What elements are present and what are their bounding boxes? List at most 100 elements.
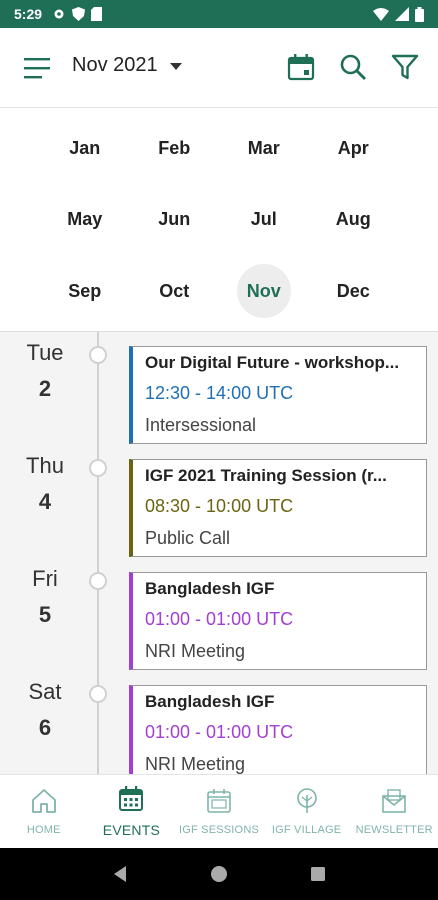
event-time: 01:00 - 01:00 UTC [145, 609, 294, 629]
month-selector-label: Nov 2021 [72, 54, 158, 76]
event-time: 12:30 - 14:00 UTC [145, 383, 294, 403]
event-day-name: Sat [28, 679, 62, 704]
status-time: 5:29 [14, 6, 43, 22]
event-title: Our Digital Future - workshop... [145, 353, 400, 372]
event-row: Fri 5 Bangladesh IGF 01:00 - 01:00 UTC NRI M… [0, 564, 438, 670]
event-day-number: 4 [38, 489, 52, 514]
nav-newsletter[interactable]: NEWSLETTER [350, 775, 438, 848]
month-jul[interactable]: Jul [219, 184, 309, 255]
month-label: Feb [158, 138, 191, 159]
month-jun[interactable]: Jun [130, 184, 220, 255]
nav-events[interactable]: EVENTS [88, 775, 176, 848]
recents-icon[interactable] [309, 865, 327, 883]
month-label: Jun [158, 209, 191, 230]
month-label: Sep [68, 280, 102, 301]
event-day: Sat 6 [0, 677, 90, 741]
event-day: Tue 2 [0, 338, 90, 402]
event-row: Thu 4 IGF 2021 Training Session (r... 08:30… [0, 451, 438, 557]
nav-label: IGF VILLAGE [271, 824, 342, 836]
menu-button[interactable] [24, 56, 52, 80]
event-day-name: Fri [32, 566, 58, 591]
home-circle-icon[interactable] [210, 865, 228, 883]
month-feb[interactable]: Feb [130, 113, 220, 184]
month-label: Jul [250, 209, 277, 230]
battery-icon [415, 6, 424, 22]
app-bar: Nov 2021 [0, 28, 438, 108]
calendar-icon [287, 54, 315, 81]
calendar-button[interactable] [286, 52, 316, 82]
status-system-icons [373, 6, 424, 22]
igf-sessions-icon [205, 787, 233, 820]
nav-label: EVENTS [102, 822, 160, 838]
event-title: Bangladesh IGF [145, 692, 275, 711]
event-day-number: 2 [38, 376, 52, 401]
month-jan[interactable]: Jan [40, 113, 130, 184]
event-day-number: 6 [38, 715, 52, 740]
month-dec[interactable]: Dec [309, 256, 399, 327]
shield-icon [72, 7, 86, 21]
nav-igf-village[interactable]: IGF VILLAGE [263, 775, 351, 848]
status-bar: 5:29 [0, 0, 438, 28]
month-label: May [67, 209, 103, 230]
search-button[interactable] [338, 52, 368, 82]
event-row: Tue 2 Our Digital Future - workshop... 12:3… [0, 338, 438, 444]
filter-button[interactable] [390, 52, 420, 82]
month-label: Nov [236, 264, 291, 319]
month-label: Jan [69, 138, 101, 159]
event-day: Fri 5 [0, 564, 90, 628]
event-card[interactable]: Bangladesh IGF 01:00 - 01:00 UTC NRI Meeti… [129, 685, 427, 774]
timeline-dot [89, 685, 107, 703]
month-label: Dec [336, 280, 370, 301]
event-day: Thu 4 [0, 451, 90, 515]
bottom-navigation: HOME EVENTS IGF SESSIONS IGF VILLAGE NEWSLET… [0, 774, 438, 848]
event-category: NRI Meeting [145, 641, 246, 661]
timeline-dot [89, 572, 107, 590]
hamburger-icon [24, 58, 50, 79]
event-title: IGF 2021 Training Session (r... [145, 466, 387, 485]
nav-label: IGF SESSIONS [178, 824, 259, 836]
tree-icon [293, 787, 321, 820]
events-timeline[interactable]: Tue 2 Our Digital Future - workshop... 12:3… [0, 332, 438, 774]
month-label: Aug [335, 209, 371, 230]
month-may[interactable]: May [40, 184, 130, 255]
sd-card-icon [91, 7, 103, 21]
event-day-name: Tue [26, 340, 64, 365]
month-label: Apr [337, 138, 369, 159]
event-time: 01:00 - 01:00 UTC [145, 722, 294, 742]
month-oct[interactable]: Oct [130, 256, 220, 327]
month-mar[interactable]: Mar [219, 113, 309, 184]
nav-igf-sessions[interactable]: IGF SESSIONS [175, 775, 263, 848]
nav-label: HOME [26, 824, 61, 836]
event-time: 08:30 - 10:00 UTC [145, 496, 294, 516]
month-label: Oct [159, 280, 190, 301]
event-day-name: Thu [26, 453, 64, 478]
event-card[interactable]: Our Digital Future - workshop... 12:30 - … [129, 346, 427, 444]
month-apr[interactable]: Apr [309, 113, 399, 184]
event-card[interactable]: Bangladesh IGF 01:00 - 01:00 UTC NRI Meeti… [129, 572, 427, 670]
month-nov[interactable]: Nov [219, 256, 309, 327]
filter-icon [391, 54, 419, 80]
search-icon [340, 54, 366, 80]
timeline-dot [89, 346, 107, 364]
home-icon [30, 787, 58, 820]
month-sep[interactable]: Sep [40, 256, 130, 327]
event-row: Sat 6 Bangladesh IGF 01:00 - 01:00 UTC NRI M… [0, 677, 438, 774]
event-category: NRI Meeting [145, 754, 246, 774]
calendar-icon [117, 785, 145, 818]
signal-icon [395, 7, 409, 21]
back-icon[interactable] [111, 865, 129, 883]
event-day-number: 5 [38, 602, 52, 627]
month-aug[interactable]: Aug [309, 184, 399, 255]
nav-home[interactable]: HOME [0, 775, 88, 848]
wifi-icon [373, 7, 389, 21]
month-selector[interactable]: Nov 2021 [72, 54, 182, 77]
event-card[interactable]: IGF 2021 Training Session (r... 08:30 - 1… [129, 459, 427, 557]
status-notification-icons [52, 7, 103, 21]
gear-icon [54, 9, 64, 19]
event-category: Intersessional [145, 415, 257, 435]
system-navigation-bar [0, 848, 438, 900]
timeline-dot [89, 459, 107, 477]
event-category: Public Call [145, 528, 231, 548]
nav-label: NEWSLETTER [355, 824, 433, 836]
month-picker: Jan Feb Mar Apr May Jun Jul Aug Sep Oct Nov Dec [0, 109, 438, 332]
